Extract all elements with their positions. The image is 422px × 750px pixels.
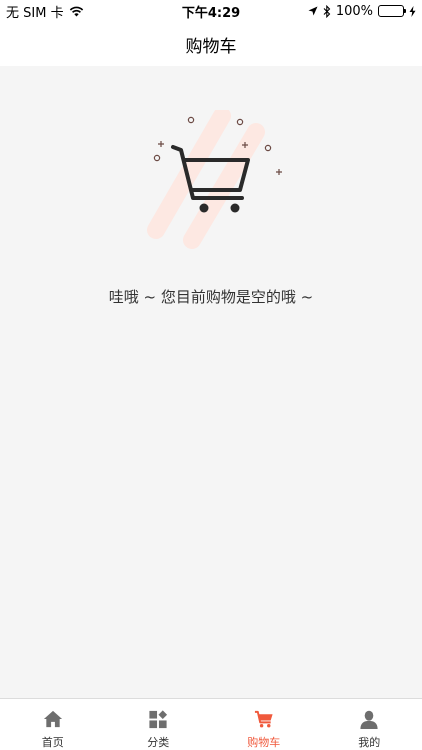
shopping-cart-icon [147, 110, 282, 249]
tab-profile[interactable]: 我的 [317, 699, 422, 750]
navigation-bar: 购物车 [0, 22, 422, 66]
wifi-icon [69, 6, 83, 16]
empty-cart-message: 哇哦 ~ 您目前购物是空的哦 ~ [108, 288, 314, 306]
status-bar: 无 SIM 卡 下午4:29 100% [0, 0, 422, 22]
charging-bolt-icon [409, 5, 416, 17]
tab-category[interactable]: 分类 [106, 699, 212, 750]
battery-icon [378, 5, 406, 17]
cart-icon [254, 710, 273, 728]
category-icon [149, 710, 168, 729]
home-icon [43, 710, 62, 728]
bluetooth-icon [323, 4, 331, 18]
location-arrow-icon [308, 6, 318, 16]
tab-home[interactable]: 首页 [0, 699, 106, 750]
tab-profile-label: 我的 [358, 736, 381, 749]
tab-cart-label: 购物车 [247, 736, 281, 749]
tab-category-label: 分类 [147, 736, 170, 749]
background-brush-strokes [147, 110, 265, 249]
cart-wheel-right [230, 203, 240, 213]
tab-cart[interactable]: 购物车 [211, 699, 317, 750]
tab-home-label: 首页 [41, 736, 64, 749]
page-title: 购物车 [185, 36, 237, 57]
cart-wheel-left [199, 203, 209, 213]
battery-percent: 100% [335, 3, 373, 19]
status-right: 100% [308, 4, 416, 19]
status-left: 无 SIM 卡 [6, 2, 84, 21]
carrier-label: 无 SIM 卡 [6, 5, 64, 21]
cart-content: 哇哦 ~ 您目前购物是空的哦 ~ [0, 66, 422, 698]
profile-icon [360, 710, 378, 730]
tab-bar: 首页 分类 购物车 我的 [0, 698, 422, 750]
